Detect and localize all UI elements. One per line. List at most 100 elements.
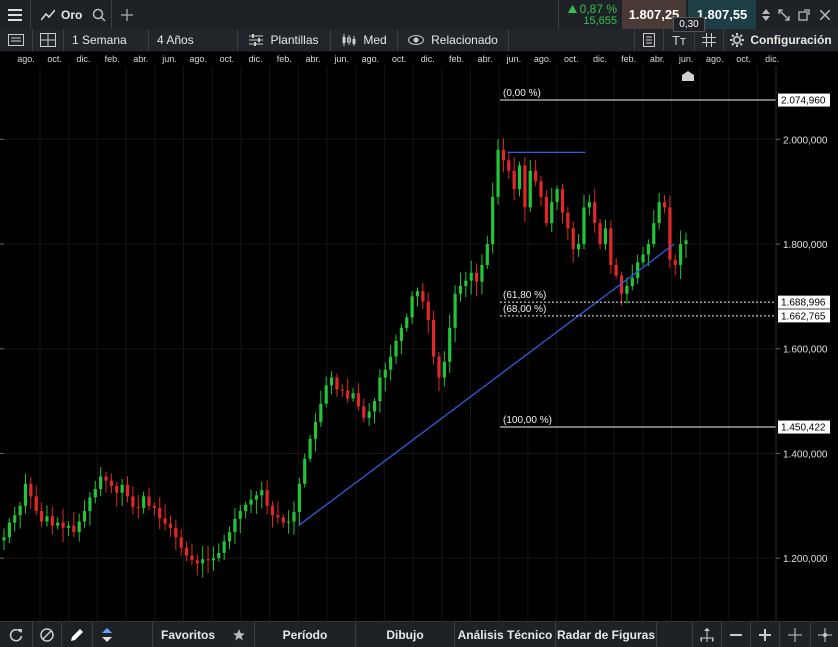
sliders-icon <box>249 34 264 46</box>
price-tag-label: 1.662,765 <box>781 311 826 322</box>
candle-body <box>61 522 65 528</box>
price-axis-label: 1.800,000 <box>783 240 828 251</box>
zoom-out-icon[interactable] <box>722 622 750 647</box>
refresh-icon[interactable] <box>0 622 32 647</box>
grid-toggle-icon[interactable] <box>695 29 723 51</box>
time-axis-label: ago. <box>706 54 724 64</box>
candle-body <box>179 537 183 548</box>
candle-body <box>249 499 253 505</box>
pencil-icon[interactable] <box>62 622 92 647</box>
top-bar: Oro 0,87 % 15,655 1.807,25 1.807,55 0,30 <box>0 0 838 32</box>
layout-grid-icon[interactable] <box>33 29 63 51</box>
candle-body <box>394 340 398 357</box>
cursor-mode-icon[interactable] <box>811 622 838 647</box>
time-axis-label: jun. <box>334 54 349 64</box>
sidebar-toggle-icon[interactable] <box>0 29 32 51</box>
candle-body <box>598 223 602 245</box>
interval-select[interactable]: 1 Semana <box>64 29 148 51</box>
time-axis-label: abr. <box>133 54 149 64</box>
period-menu[interactable]: Período <box>255 622 355 647</box>
price-chart[interactable]: (0,00 %) (61,80 %) (68,00 %) (100,00 %) 2.0… <box>0 66 838 621</box>
candle-body <box>351 393 355 399</box>
candle-body <box>528 170 532 208</box>
candle-body <box>131 496 135 507</box>
add-tab-icon[interactable] <box>112 0 142 29</box>
settings-button[interactable]: Configuración <box>724 29 838 51</box>
technical-analysis-menu[interactable]: Análisis Técnico <box>455 622 555 647</box>
close-icon[interactable] <box>814 0 836 29</box>
favorites-menu[interactable]: Favoritos <box>153 622 223 647</box>
candle-body <box>587 202 591 208</box>
candle-body <box>66 525 71 528</box>
candle-body <box>244 504 248 512</box>
arrows-updown-icon[interactable] <box>758 0 774 29</box>
zoom-in-icon[interactable] <box>751 622 779 647</box>
time-axis-label: dic. <box>592 54 608 64</box>
price-tag-label: 1.450,422 <box>781 423 826 434</box>
symbol-tab[interactable]: Oro <box>31 0 111 29</box>
candle-body <box>303 458 307 484</box>
magnet-icon[interactable] <box>93 622 121 647</box>
disable-icon[interactable] <box>33 622 61 647</box>
candlestick-icon <box>342 34 356 46</box>
candle-body <box>469 272 473 281</box>
candle-body <box>668 207 672 260</box>
search-icon[interactable] <box>92 8 106 22</box>
price-axis-label: 1.600,000 <box>783 345 828 356</box>
candle-body <box>265 490 269 506</box>
related-button[interactable]: Relacionado <box>398 29 508 51</box>
popout-icon[interactable] <box>794 0 814 29</box>
candle-body <box>507 160 511 171</box>
text-tool-button[interactable]: Tт <box>664 29 694 51</box>
time-axis-label: ago. <box>533 54 552 64</box>
drawing-menu[interactable]: Dibujo <box>356 622 454 647</box>
candle-body <box>356 393 361 407</box>
candle-body <box>163 518 167 524</box>
time-axis-label: oct. <box>564 54 579 64</box>
candle-body <box>88 497 92 512</box>
expand-icon[interactable] <box>774 0 794 29</box>
candle-body <box>555 189 559 203</box>
candle-body <box>152 505 156 508</box>
candle-body <box>29 483 33 497</box>
candle-body <box>442 361 446 378</box>
fibonacci-level-label: (61,80 %) <box>503 290 546 301</box>
chart-type-select[interactable]: Med <box>331 29 397 51</box>
candle-body <box>550 202 554 224</box>
range-select[interactable]: 4 Años <box>149 29 237 51</box>
candle-body <box>560 189 565 213</box>
crosshair-icon[interactable] <box>780 622 810 647</box>
time-axis-label: abr. <box>649 54 665 64</box>
symbol-name: Oro <box>61 7 83 22</box>
candle-body <box>426 301 430 320</box>
arrow-up-icon <box>567 5 577 13</box>
candle-body <box>609 228 613 265</box>
candle-body <box>260 490 264 496</box>
time-axis-label: dic. <box>765 54 780 64</box>
fit-to-screen-icon[interactable] <box>693 622 721 647</box>
price-axis-background <box>776 66 838 621</box>
fibonacci-level-label: (68,00 %) <box>503 304 546 315</box>
candle-body <box>517 165 522 190</box>
indicators-list-icon[interactable] <box>635 29 663 51</box>
star-icon[interactable] <box>228 622 250 647</box>
candle-body <box>362 406 366 418</box>
candle-body <box>646 244 651 255</box>
chart-position-marker-icon[interactable] <box>682 68 694 86</box>
candle-body <box>211 558 216 561</box>
templates-button[interactable]: Plantillas <box>238 29 330 51</box>
hamburger-menu-icon[interactable] <box>0 0 30 29</box>
price-axis-label: 2.000,000 <box>783 135 828 146</box>
price-axis-label: 1.400,000 <box>783 449 828 460</box>
candle-body <box>72 525 76 532</box>
candle-body <box>539 181 543 197</box>
trendline <box>297 243 675 527</box>
candle-body <box>23 483 28 506</box>
candle-body <box>238 511 242 519</box>
time-axis-label: jun. <box>162 54 177 64</box>
pattern-radar-menu[interactable]: Radar de Figuras <box>556 622 656 647</box>
candle-body <box>142 496 146 508</box>
candle-body <box>614 264 618 276</box>
candle-body <box>115 485 119 493</box>
candle-body <box>415 291 420 297</box>
